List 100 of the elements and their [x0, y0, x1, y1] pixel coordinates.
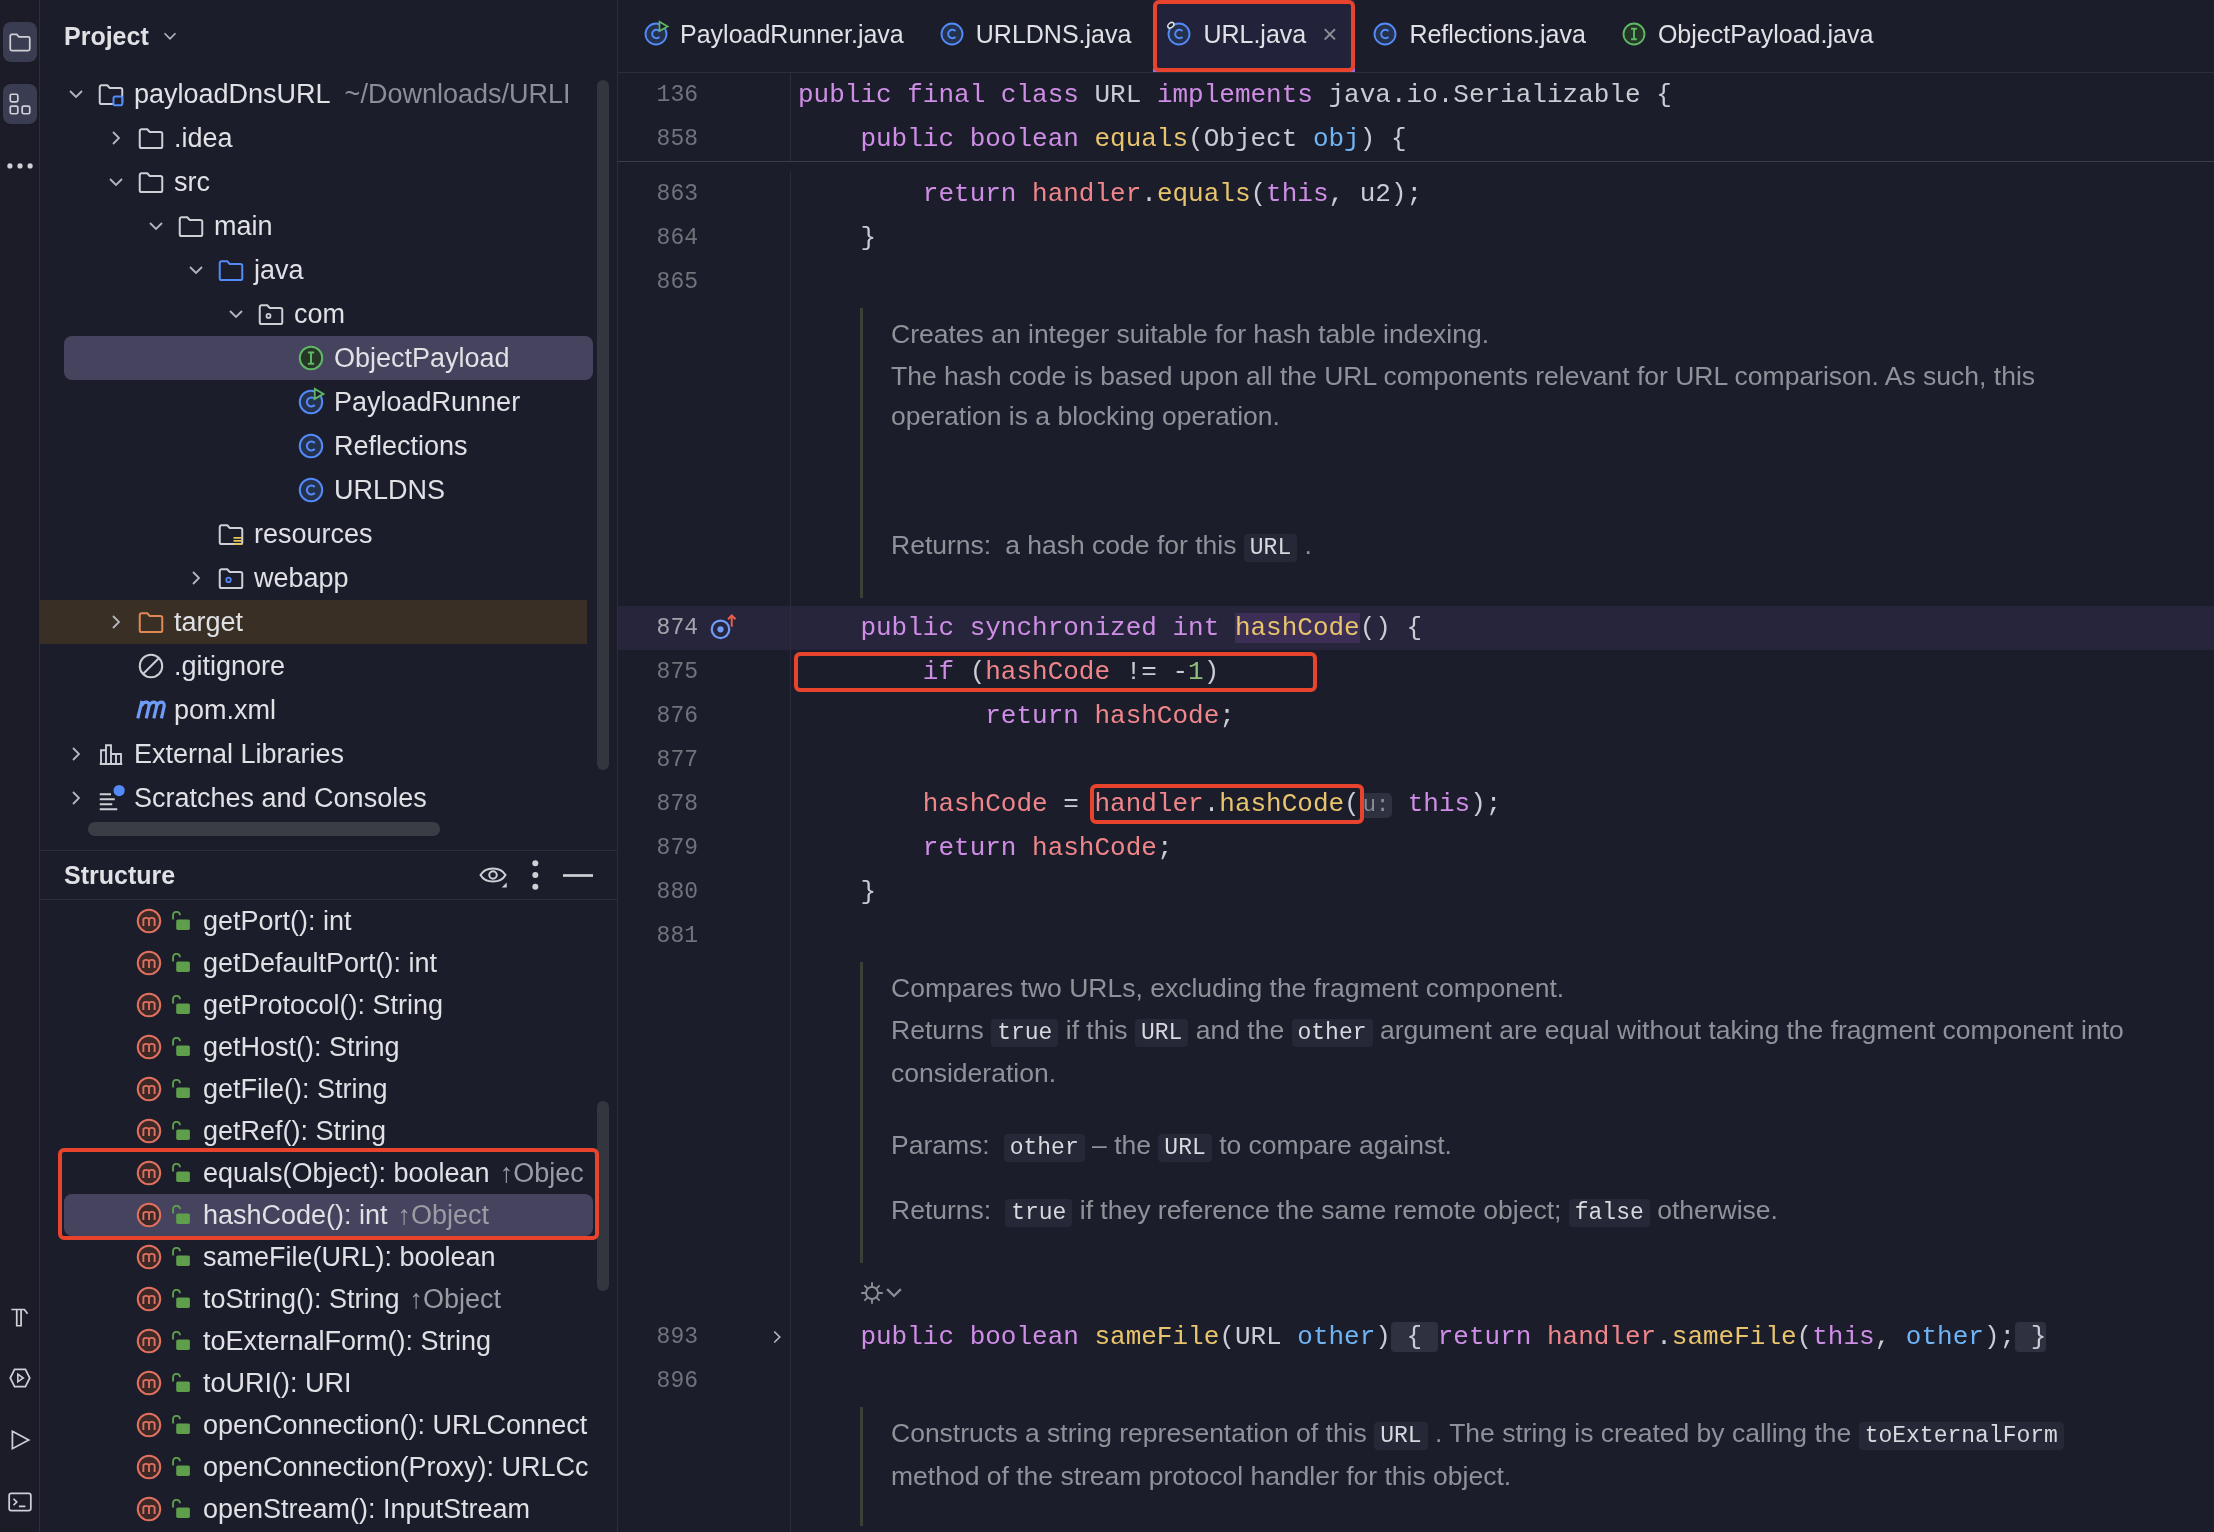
- method-icon: [134, 1452, 164, 1482]
- tree-item[interactable]: PayloadRunner: [64, 380, 593, 424]
- tree-item[interactable]: URLDNS: [64, 468, 593, 512]
- structure-item[interactable]: toExternalForm(): String: [64, 1320, 593, 1362]
- tree-item[interactable]: Scratches and Consoles: [64, 776, 593, 820]
- code-line: return handler.equals(this, u2);: [921, 179, 1423, 209]
- tool-window-button[interactable]: [2, 84, 37, 124]
- terminal-icon: [6, 1489, 33, 1515]
- more-icon[interactable]: [532, 860, 539, 890]
- inherited-label: ↑Object: [409, 1283, 502, 1315]
- method-icon: [134, 1494, 164, 1524]
- doc-text: Constructs a string representation of this URL . The string is created by calling the toExternalForm method of the stream protocol handler for this object.: [891, 1413, 2131, 1496]
- tree-item[interactable]: .gitignore: [64, 644, 593, 688]
- tree-item[interactable]: Reflections: [64, 424, 593, 468]
- lock-icon: [172, 995, 191, 1015]
- tool-window-button[interactable]: [2, 22, 37, 62]
- lock-icon: [172, 1499, 191, 1519]
- method-icon: [134, 1074, 164, 1104]
- line-number: 876: [655, 703, 698, 729]
- lock-icon: [172, 1037, 191, 1057]
- structure-item[interactable]: openConnection(): URLConnect: [64, 1404, 593, 1446]
- lock-icon: [172, 1331, 191, 1351]
- interface-icon: [296, 343, 326, 373]
- ignore-icon: [136, 651, 166, 681]
- lock-icon: [172, 1121, 191, 1141]
- gear-icon[interactable]: [860, 1281, 884, 1305]
- panel-title[interactable]: Project: [64, 21, 149, 51]
- line-number: 880: [655, 879, 698, 905]
- doc-text: Compares two URLs, excluding the fragment component.: [891, 972, 1566, 1005]
- lock-icon: [172, 1079, 191, 1099]
- lock-icon: [172, 1247, 191, 1267]
- tree-item[interactable]: pom.xml: [64, 688, 593, 732]
- scrollbar[interactable]: [597, 1101, 609, 1291]
- method-icon: [134, 1116, 164, 1146]
- tree-item[interactable]: com: [64, 292, 593, 336]
- tree-item[interactable]: resources: [64, 512, 593, 556]
- scrollbar[interactable]: [597, 80, 609, 770]
- line-number: 858: [655, 126, 698, 152]
- editor-tab[interactable]: PayloadRunner.java: [630, 0, 922, 72]
- tree-item[interactable]: payloadDnsURL ~/Downloads/URLI: [64, 72, 593, 116]
- code-line: }: [859, 223, 876, 253]
- structure-item[interactable]: getDefaultPort(): int: [64, 942, 593, 984]
- minimize-icon[interactable]: [563, 873, 593, 877]
- structure-item[interactable]: getPort(): int: [64, 900, 593, 942]
- close-button[interactable]: ×: [1322, 18, 1338, 50]
- code-line: }: [859, 877, 876, 907]
- scrollbar[interactable]: [88, 822, 440, 836]
- tree-item[interactable]: main: [64, 204, 593, 248]
- method-icon: [134, 1242, 164, 1272]
- lock-icon: [172, 1457, 191, 1477]
- structure-item[interactable]: getHost(): String: [64, 1026, 593, 1068]
- code-line: if (hashCode != -1): [921, 657, 1221, 687]
- panel-title: Structure: [64, 860, 177, 890]
- tree-item[interactable]: .idea: [64, 116, 593, 160]
- line-number: 863: [655, 181, 698, 207]
- tree-item[interactable]: target: [40, 600, 587, 644]
- class-icon: [296, 387, 326, 417]
- line-number: 865: [655, 269, 698, 295]
- structure-item[interactable]: getFile(): String: [64, 1068, 593, 1110]
- caret-icon: [886, 1288, 902, 1298]
- line-number: 879: [655, 835, 698, 861]
- class-icon: [642, 20, 670, 48]
- method-icon: [134, 1368, 164, 1398]
- method-icon: [134, 1410, 164, 1440]
- structure-item[interactable]: hashCode(): int ↑Object: [64, 1194, 593, 1236]
- method-icon: [134, 990, 164, 1020]
- code-line: hashCode = handler.hashCode(u: this);: [921, 789, 1502, 819]
- structure-item[interactable]: toString(): String ↑Object: [64, 1278, 593, 1320]
- structure-item[interactable]: openConnection(Proxy): URLCc: [64, 1446, 593, 1488]
- more-icon: [6, 163, 33, 169]
- line-number: 875: [655, 659, 698, 685]
- editor-tab[interactable]: ObjectPayload.java: [1607, 0, 1892, 72]
- structure-item[interactable]: getRef(): String: [64, 1110, 593, 1152]
- method-icon: [134, 1200, 164, 1230]
- structure-item[interactable]: getProtocol(): String: [64, 984, 593, 1026]
- lock-icon: [172, 1163, 191, 1183]
- tree-item[interactable]: webapp: [64, 556, 593, 600]
- method-icon: [134, 1158, 164, 1188]
- editor-tab[interactable]: Reflections.java: [1359, 0, 1604, 72]
- editor-tab[interactable]: URLDNS.java: [925, 0, 1150, 72]
- code-line: public boolean sameFile(URL other) { return handler.sameFile(this, other); }: [859, 1322, 2047, 1352]
- structure-item[interactable]: toURI(): URI: [64, 1362, 593, 1404]
- doc-text: Returns true if this URL and the other argument are equal without taking the fragment component into consideration.: [891, 1014, 2125, 1090]
- structure-item[interactable]: openStream(): InputStream: [64, 1488, 593, 1530]
- doc-text: Params: other – the URL to compare against.: [891, 1129, 1453, 1164]
- structure-item[interactable]: sameFile(URL): boolean: [64, 1236, 593, 1278]
- lock-icon: [172, 1415, 191, 1435]
- maven-icon: [136, 699, 166, 721]
- tree-item[interactable]: java: [64, 248, 593, 292]
- inherited-label: ↑Object: [397, 1199, 490, 1231]
- lock-icon: [172, 911, 191, 931]
- code-line: public synchronized int hashCode() {: [859, 613, 1423, 643]
- doc-text: The hash code is based upon all the URL components relevant for URL comparison. As such, this operation is a blocking operation.: [891, 360, 2037, 433]
- tree-item[interactable]: ObjectPayload: [64, 336, 593, 380]
- line-number: 874: [655, 615, 698, 641]
- structure-item[interactable]: equals(Object): boolean ↑Objec: [64, 1152, 593, 1194]
- tree-item[interactable]: src: [64, 160, 593, 204]
- code-line: return hashCode;: [921, 833, 1173, 863]
- tree-item[interactable]: External Libraries: [64, 732, 593, 776]
- line-number: 896: [655, 1368, 698, 1394]
